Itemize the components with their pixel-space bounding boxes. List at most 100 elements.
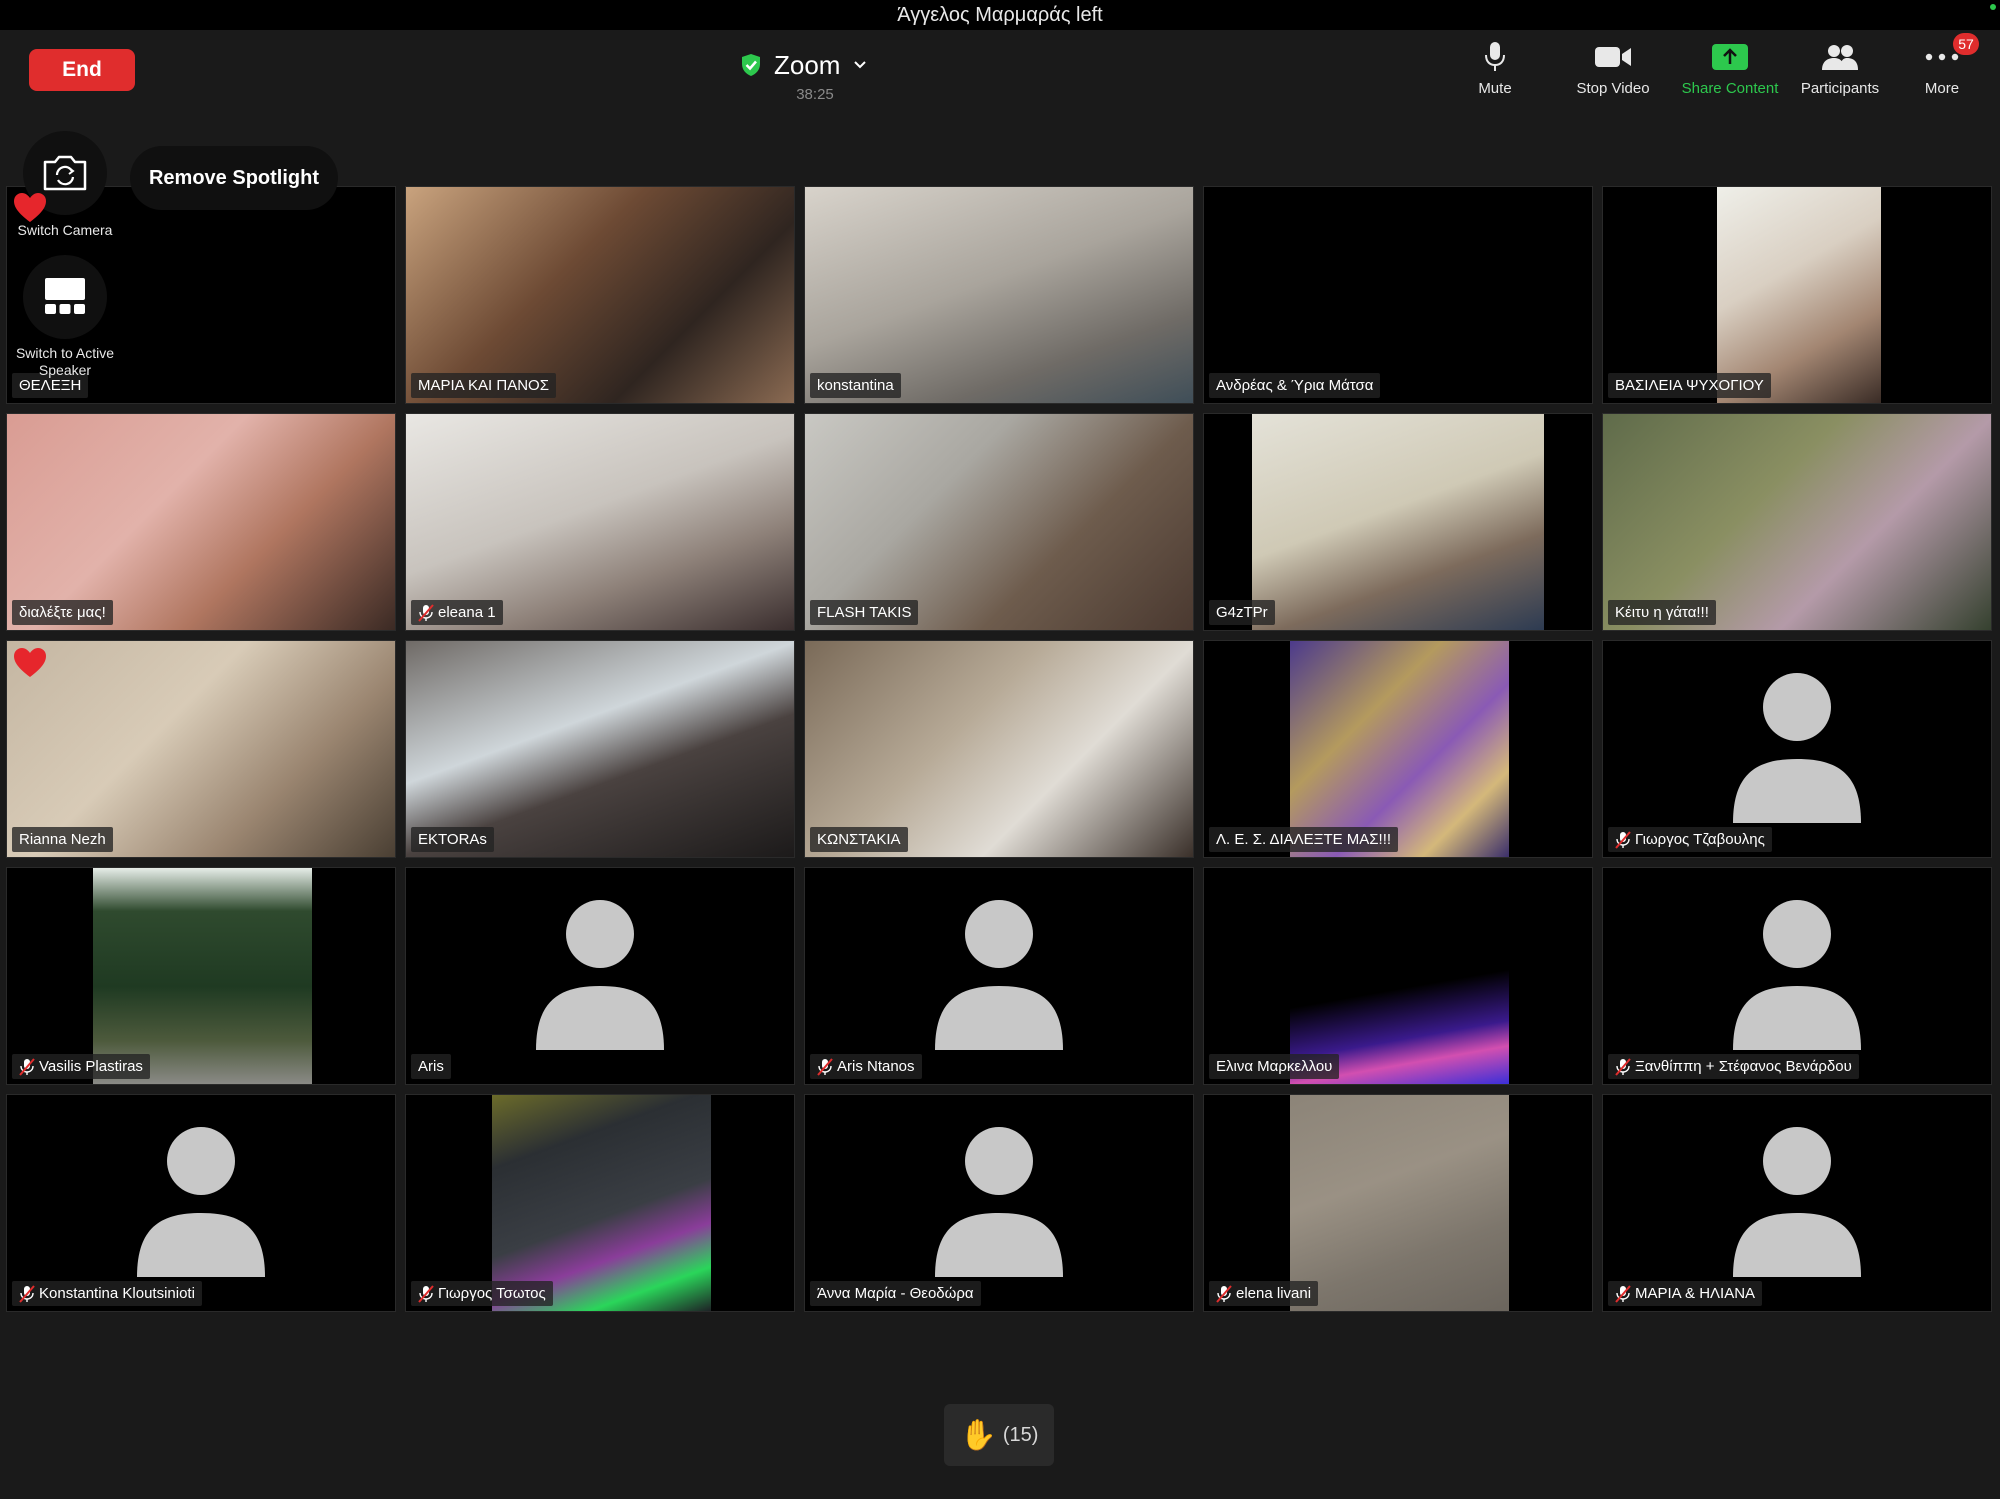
- muted-microphone-icon: [1216, 1284, 1232, 1303]
- video-feed: [1290, 868, 1509, 1084]
- participant-name-tag: Ξανθίππη + Στέφανος Βενάρδου: [1608, 1054, 1859, 1079]
- share-content-button[interactable]: Share Content: [1674, 40, 1786, 100]
- participant-tile[interactable]: FLASH TAKIS: [804, 413, 1194, 631]
- participant-name: Λ. Ε. Σ. ΔΙΑΛΕΞΤΕ ΜΑΣ!!!: [1216, 831, 1392, 848]
- participant-name: ΘΕΛΕΞΗ: [19, 377, 82, 394]
- raised-hands-indicator[interactable]: ✋ (15): [944, 1404, 1054, 1466]
- participant-tile[interactable]: Λ. Ε. Σ. ΔΙΑΛΕΞΤΕ ΜΑΣ!!!: [1203, 640, 1593, 858]
- stop-video-label: Stop Video: [1576, 80, 1650, 97]
- video-feed: [1290, 641, 1509, 857]
- participant-tile[interactable]: ΚΩΝΣΤΑΚΙΑ: [804, 640, 1194, 858]
- participant-tile[interactable]: Rianna Nezh: [6, 640, 396, 858]
- avatar-placeholder-icon: [935, 1127, 1063, 1277]
- participant-name-tag: FLASH TAKIS: [810, 600, 919, 625]
- participant-tile[interactable]: ΜΑΡΙΑ & ΗΛΙΑΝΑ: [1602, 1094, 1992, 1312]
- participant-name: διαλέξτε μας!: [19, 604, 106, 621]
- video-feed: [492, 1095, 711, 1311]
- video-feed: [93, 868, 312, 1084]
- share-screen-icon: [1712, 44, 1748, 70]
- participant-name: Aris Ntanos: [837, 1058, 915, 1075]
- video-feed: [805, 414, 1193, 630]
- video-feed: [805, 187, 1193, 403]
- avatar-placeholder-icon: [137, 1127, 265, 1277]
- video-camera-icon: [1595, 47, 1631, 67]
- participant-tile[interactable]: EKTORAs: [405, 640, 795, 858]
- participant-name-tag: Λ. Ε. Σ. ΔΙΑΛΕΞΤΕ ΜΑΣ!!!: [1209, 827, 1399, 852]
- participant-name: eleana 1: [438, 604, 496, 621]
- video-feed: [805, 641, 1193, 857]
- remove-spotlight-button[interactable]: Remove Spotlight: [130, 146, 338, 210]
- participant-name-tag: Γιωργος Τζαβουλης: [1608, 827, 1772, 852]
- participant-tile[interactable]: konstantina: [804, 186, 1194, 404]
- participant-name-tag: ΚΩΝΣΤΑΚΙΑ: [810, 827, 908, 852]
- participant-name: konstantina: [817, 377, 894, 394]
- video-feed: [406, 187, 794, 403]
- participant-tile[interactable]: Άννα Μαρία - Θεοδώρα: [804, 1094, 1194, 1312]
- participant-tile[interactable]: Ελινα Μαρκελλου: [1203, 867, 1593, 1085]
- muted-microphone-icon: [817, 1057, 833, 1076]
- participant-name-tag: Κέιτυ η γάτα!!!: [1608, 600, 1716, 625]
- participant-tile[interactable]: Vasilis Plastiras: [6, 867, 396, 1085]
- participant-name: Ελινα Μαρκελλου: [1216, 1058, 1333, 1075]
- mute-button[interactable]: Mute: [1465, 40, 1525, 100]
- participant-name-tag: Ελινα Μαρκελλου: [1209, 1054, 1340, 1079]
- participant-name: Γιωργος Τζαβουλης: [1635, 831, 1765, 848]
- video-feed: [406, 641, 794, 857]
- participant-tile[interactable]: Κέιτυ η γάτα!!!: [1602, 413, 1992, 631]
- participant-name: Γιωργος Τσωτος: [438, 1285, 546, 1302]
- participants-icon: [1822, 45, 1858, 70]
- grid-layout-icon: [45, 278, 85, 314]
- participant-name-tag: ΒΑΣΙΛΕΙΑ ΨΥΧΟΓΙΟΥ: [1608, 373, 1771, 398]
- participant-tile[interactable]: Aris Ntanos: [804, 867, 1194, 1085]
- participant-tile[interactable]: elena livani: [1203, 1094, 1593, 1312]
- meeting-timer: 38:25: [796, 86, 834, 103]
- participant-name: ΚΩΝΣΤΑΚΙΑ: [817, 831, 901, 848]
- participant-name: ΜΑΡΙΑ ΚΑΙ ΠΑΝΟΣ: [418, 377, 549, 394]
- participant-tile[interactable]: Ξανθίππη + Στέφανος Βενάρδου: [1602, 867, 1992, 1085]
- participants-label: Participants: [1800, 80, 1880, 97]
- participant-name: Aris: [418, 1058, 444, 1075]
- switch-speaker-label: Switch to Active Speaker: [15, 345, 115, 378]
- participant-tile[interactable]: διαλέξτε μας!: [6, 413, 396, 631]
- stop-video-button[interactable]: Stop Video: [1567, 40, 1659, 100]
- meeting-title: Zoom: [774, 49, 841, 80]
- participant-name: Άννα Μαρία - Θεοδώρα: [817, 1285, 974, 1302]
- participant-tile[interactable]: Γιωργος Τσωτος: [405, 1094, 795, 1312]
- video-feed: [1290, 1095, 1509, 1311]
- avatar-placeholder-icon: [935, 900, 1063, 1050]
- video-feed: [1717, 187, 1881, 403]
- participant-name: FLASH TAKIS: [817, 604, 912, 621]
- muted-microphone-icon: [418, 1284, 434, 1303]
- share-content-label: Share Content: [1681, 80, 1779, 97]
- participant-tile[interactable]: eleana 1: [405, 413, 795, 631]
- participant-name-tag: eleana 1: [411, 600, 503, 625]
- meeting-title-dropdown[interactable]: Zoom: [740, 48, 890, 82]
- raised-hands-count: (15): [1002, 1423, 1039, 1446]
- participant-name-tag: διαλέξτε μας!: [12, 600, 113, 625]
- participant-name-tag: konstantina: [810, 373, 901, 398]
- muted-microphone-icon: [1615, 830, 1631, 849]
- participant-tile[interactable]: Ανδρέας & Ύρια Μάτσα: [1203, 186, 1593, 404]
- participants-button[interactable]: Participants: [1790, 40, 1890, 100]
- participant-tile[interactable]: Aris: [405, 867, 795, 1085]
- participant-name-tag: Ανδρέας & Ύρια Μάτσα: [1209, 373, 1381, 398]
- end-meeting-button[interactable]: End: [29, 49, 135, 91]
- muted-microphone-icon: [19, 1057, 35, 1076]
- left-notice: Άγγελος Μαρμαράς left: [897, 4, 1103, 26]
- more-label: More: [1924, 80, 1960, 97]
- participant-name-tag: Aris: [411, 1054, 451, 1079]
- participant-name: Konstantina Kloutsinioti: [39, 1285, 195, 1302]
- participant-tile[interactable]: ΜΑΡΙΑ ΚΑΙ ΠΑΝΟΣ: [405, 186, 795, 404]
- raised-hand-icon: ✋: [959, 1418, 997, 1452]
- participant-tile[interactable]: Γιωργος Τζαβουλης: [1602, 640, 1992, 858]
- participant-tile[interactable]: G4zTPr: [1203, 413, 1593, 631]
- switch-view-button[interactable]: [23, 255, 107, 339]
- muted-microphone-icon: [1615, 1057, 1631, 1076]
- participant-tile[interactable]: Konstantina Kloutsinioti: [6, 1094, 396, 1312]
- participant-tile[interactable]: ΒΑΣΙΛΕΙΑ ΨΥΧΟΓΙΟΥ: [1602, 186, 1992, 404]
- participant-name-tag: Rianna Nezh: [12, 827, 113, 852]
- muted-microphone-icon: [418, 603, 434, 622]
- participant-name: Vasilis Plastiras: [39, 1058, 143, 1075]
- notification-bar: Άγγελος Μαρμαράς left: [0, 0, 2000, 30]
- participant-name-tag: EKTORAs: [411, 827, 494, 852]
